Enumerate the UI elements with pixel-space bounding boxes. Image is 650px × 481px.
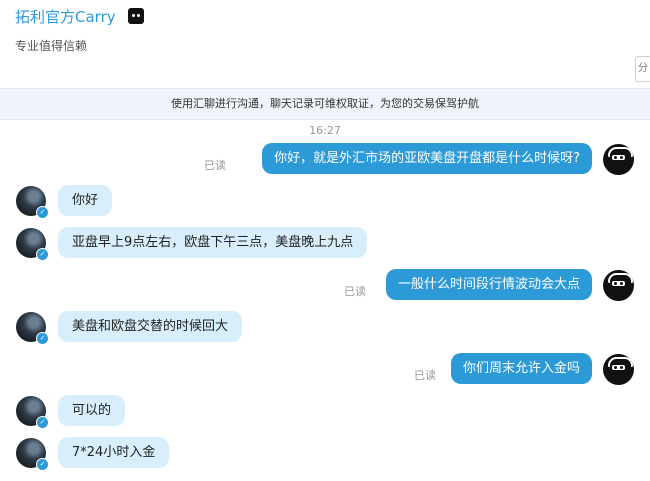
incoming-message-bubble[interactable]: 美盘和欧盘交替的时候回大 — [58, 311, 243, 342]
agent-avatar[interactable]: ✓ — [16, 396, 49, 429]
incoming-message-bubble[interactable]: 你好 — [58, 185, 113, 216]
security-notice: 使用汇聊进行沟通，聊天记录可维权取证，为您的交易保驾护航 — [0, 88, 650, 120]
robot-badge-icon — [128, 8, 145, 24]
message-timestamp: 16:27 — [309, 124, 341, 137]
read-receipt: 已读 — [414, 369, 436, 382]
contact-subtitle: 专业值得信赖 — [15, 39, 88, 53]
message-row-outgoing: 已读 一般什么时间段行情波动会大点 — [0, 269, 650, 303]
chat-header: 拓利官方Carry 专业值得信赖 分 — [0, 0, 650, 88]
user-avatar[interactable] — [603, 354, 634, 385]
message-row-outgoing: 已读 你好，就是外汇市场的亚欧美盘开盘都是什么时候呀? — [0, 143, 650, 177]
message-row-incoming: ✓ 亚盘早上9点左右，欧盘下午三点，美盘晚上九点 — [0, 227, 650, 261]
verified-icon: ✓ — [36, 248, 49, 261]
verified-icon: ✓ — [36, 332, 49, 345]
message-row-outgoing: 已读 你们周末允许入金吗 — [0, 353, 650, 387]
contact-title: 拓利官方Carry — [15, 6, 145, 27]
agent-avatar[interactable]: ✓ — [16, 186, 49, 219]
outgoing-message-bubble[interactable]: 你好，就是外汇市场的亚欧美盘开盘都是什么时候呀? — [262, 143, 592, 174]
outgoing-message-bubble[interactable]: 一般什么时间段行情波动会大点 — [385, 269, 592, 300]
message-row-incoming: ✓ 可以的 — [0, 395, 650, 429]
agent-avatar[interactable]: ✓ — [16, 312, 49, 345]
user-avatar[interactable] — [603, 270, 634, 301]
read-receipt: 已读 — [204, 159, 226, 172]
read-receipt: 已读 — [344, 285, 366, 298]
agent-avatar[interactable]: ✓ — [16, 438, 49, 471]
verified-icon: ✓ — [36, 206, 49, 219]
side-panel-button[interactable]: 分 — [635, 56, 650, 82]
incoming-message-bubble[interactable]: 可以的 — [58, 395, 126, 426]
contact-name: 拓利官方Carry — [15, 8, 116, 26]
verified-icon: ✓ — [36, 458, 49, 471]
incoming-message-bubble[interactable]: 亚盘早上9点左右，欧盘下午三点，美盘晚上九点 — [58, 227, 368, 258]
user-avatar[interactable] — [603, 144, 634, 175]
message-row-incoming: ✓ 7*24小时入金 — [0, 437, 650, 471]
agent-avatar[interactable]: ✓ — [16, 228, 49, 261]
message-row-incoming: ✓ 你好 — [0, 185, 650, 219]
message-row-incoming: ✓ 美盘和欧盘交替的时候回大 — [0, 311, 650, 345]
outgoing-message-bubble[interactable]: 你们周末允许入金吗 — [450, 353, 592, 384]
incoming-message-bubble[interactable]: 7*24小时入金 — [58, 437, 170, 468]
verified-icon: ✓ — [36, 416, 49, 429]
